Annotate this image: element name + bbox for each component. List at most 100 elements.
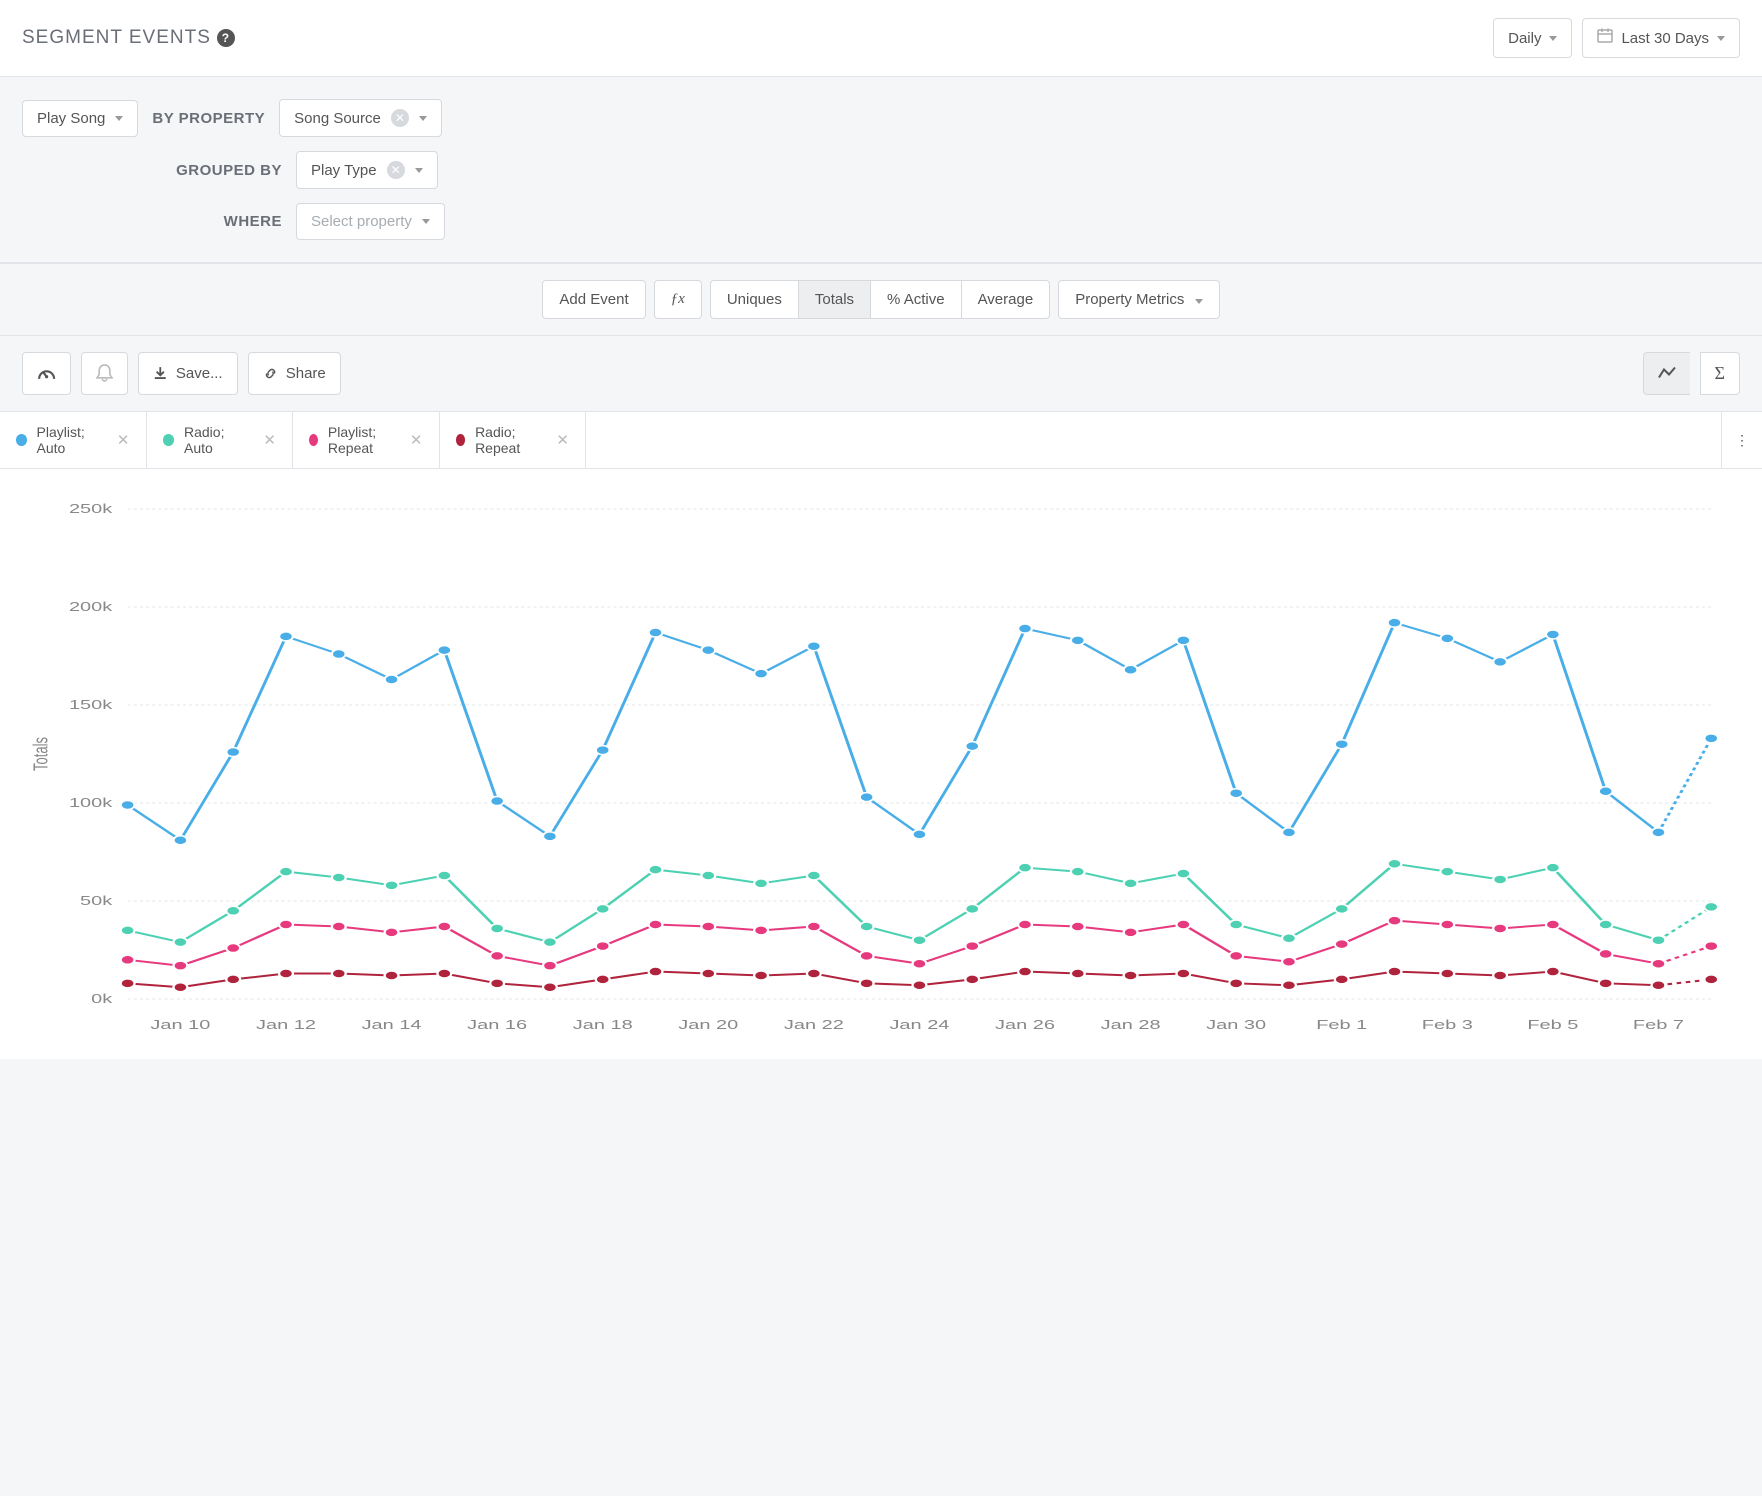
svg-text:Jan 28: Jan 28 <box>1101 1017 1161 1032</box>
filter-row-grouped: GROUPED BY Play Type ✕ <box>22 151 1740 189</box>
grouped-by-label: GROUPED BY <box>162 162 282 179</box>
event-dropdown[interactable]: Play Song <box>22 100 138 137</box>
caret-icon <box>115 116 123 121</box>
legend-dot-icon <box>16 434 27 446</box>
legend-item[interactable]: Playlist; Repeat ✕ <box>293 412 440 468</box>
filter-row-event: Play Song BY PROPERTY Song Source ✕ <box>22 99 1740 137</box>
by-property-dropdown[interactable]: Song Source ✕ <box>279 99 442 137</box>
linechart-icon <box>1658 363 1676 384</box>
legend-close-icon[interactable]: ✕ <box>556 431 569 449</box>
dashboard-button[interactable] <box>22 352 71 395</box>
svg-text:250k: 250k <box>69 501 113 516</box>
event-label: Play Song <box>37 110 105 127</box>
svg-text:Jan 12: Jan 12 <box>256 1017 316 1032</box>
totals-button[interactable]: Totals <box>798 280 870 319</box>
sum-view-button[interactable]: Σ <box>1700 352 1740 395</box>
where-label: WHERE <box>162 213 282 230</box>
help-icon[interactable]: ? <box>217 29 235 47</box>
svg-text:Feb 1: Feb 1 <box>1316 1017 1367 1032</box>
clear-by-property-icon[interactable]: ✕ <box>391 109 409 127</box>
action-right: Σ <box>1643 352 1740 395</box>
svg-text:Jan 20: Jan 20 <box>678 1017 738 1032</box>
daterange-label: Last 30 Days <box>1621 30 1709 47</box>
page-title: SEGMENT EVENTS ? <box>22 27 235 49</box>
legend-spacer <box>586 412 1722 468</box>
legend-item[interactable]: Radio; Auto ✕ <box>147 412 294 468</box>
share-label: Share <box>286 365 326 382</box>
legend-menu-button[interactable]: ⋮ <box>1722 412 1762 468</box>
page-title-text: SEGMENT EVENTS <box>22 27 211 49</box>
legend-item[interactable]: Playlist; Auto ✕ <box>0 412 147 468</box>
fx-button[interactable]: ƒx <box>654 280 702 319</box>
svg-text:Jan 26: Jan 26 <box>995 1017 1055 1032</box>
chart-container: 0k 50k 100k 150k 200k 250k Totals Jan 10 Jan 12 J… <box>0 469 1762 1059</box>
svg-text:100k: 100k <box>69 795 113 810</box>
calendar-icon <box>1597 28 1613 48</box>
filter-row-where: WHERE Select property <box>22 203 1740 240</box>
share-button[interactable]: Share <box>248 352 341 395</box>
legend-close-icon[interactable]: ✕ <box>263 431 276 449</box>
legend-label: Radio; Auto <box>184 424 253 456</box>
action-bar: Save... Share Σ <box>0 336 1762 412</box>
bell-icon <box>96 363 113 384</box>
where-dropdown[interactable]: Select property <box>296 203 445 240</box>
header-controls: Daily Last 30 Days <box>1493 18 1740 58</box>
legend-dot-icon <box>163 434 175 446</box>
add-event-button[interactable]: Add Event <box>542 280 645 319</box>
svg-text:Jan 10: Jan 10 <box>150 1017 210 1032</box>
download-icon <box>153 363 168 384</box>
filters-panel: Play Song BY PROPERTY Song Source ✕ GROU… <box>0 77 1762 263</box>
svg-text:0k: 0k <box>91 991 113 1006</box>
svg-text:150k: 150k <box>69 697 113 712</box>
legend-dot-icon <box>456 434 466 446</box>
grouped-by-dropdown[interactable]: Play Type ✕ <box>296 151 438 189</box>
svg-text:Jan 18: Jan 18 <box>573 1017 633 1032</box>
chart-view-button[interactable] <box>1643 352 1690 395</box>
property-metrics-label: Property Metrics <box>1075 291 1184 308</box>
legend-dot-icon <box>309 434 318 446</box>
grouped-by-value: Play Type <box>311 162 377 179</box>
by-property-label: BY PROPERTY <box>152 110 265 127</box>
chart: 0k 50k 100k 150k 200k 250k Totals Jan 10 Jan 12 J… <box>20 499 1742 1039</box>
caret-icon <box>1195 299 1203 304</box>
svg-text:Jan 16: Jan 16 <box>467 1017 527 1032</box>
svg-text:Totals: Totals <box>30 737 53 771</box>
sigma-icon: Σ <box>1715 363 1725 384</box>
link-icon <box>263 363 278 384</box>
legend-label: Playlist; Auto <box>37 424 107 456</box>
uniques-button[interactable]: Uniques <box>710 280 798 319</box>
property-metrics-dropdown[interactable]: Property Metrics <box>1058 280 1219 319</box>
svg-text:200k: 200k <box>69 599 113 614</box>
metric-bar: Add Event ƒx Uniques Totals % Active Ave… <box>0 263 1762 336</box>
daterange-dropdown[interactable]: Last 30 Days <box>1582 18 1740 58</box>
by-property-value: Song Source <box>294 110 381 127</box>
clear-grouped-by-icon[interactable]: ✕ <box>387 161 405 179</box>
svg-text:50k: 50k <box>80 893 113 908</box>
caret-icon <box>1717 36 1725 41</box>
legend-close-icon[interactable]: ✕ <box>410 431 423 449</box>
svg-text:Jan 22: Jan 22 <box>784 1017 844 1032</box>
caret-icon <box>415 168 423 173</box>
legend-label: Playlist; Repeat <box>328 424 400 456</box>
pct-active-button[interactable]: % Active <box>870 280 961 319</box>
svg-text:Feb 5: Feb 5 <box>1527 1017 1578 1032</box>
interval-label: Daily <box>1508 30 1541 47</box>
save-button[interactable]: Save... <box>138 352 237 395</box>
interval-dropdown[interactable]: Daily <box>1493 18 1572 58</box>
svg-text:Jan 14: Jan 14 <box>362 1017 422 1032</box>
svg-text:Feb 3: Feb 3 <box>1422 1017 1473 1032</box>
gauge-icon <box>37 363 56 384</box>
action-left: Save... Share <box>22 352 341 395</box>
where-placeholder: Select property <box>311 213 412 230</box>
average-button[interactable]: Average <box>961 280 1051 319</box>
caret-icon <box>419 116 427 121</box>
alert-button[interactable] <box>81 352 128 395</box>
caret-icon <box>422 219 430 224</box>
svg-text:Jan 30: Jan 30 <box>1206 1017 1266 1032</box>
svg-text:Feb 7: Feb 7 <box>1633 1017 1684 1032</box>
save-label: Save... <box>176 365 223 382</box>
legend-row: Playlist; Auto ✕ Radio; Auto ✕ Playlist;… <box>0 412 1762 469</box>
header: SEGMENT EVENTS ? Daily Last 30 Days <box>0 0 1762 77</box>
legend-close-icon[interactable]: ✕ <box>117 431 130 449</box>
legend-item[interactable]: Radio; Repeat ✕ <box>440 412 587 468</box>
